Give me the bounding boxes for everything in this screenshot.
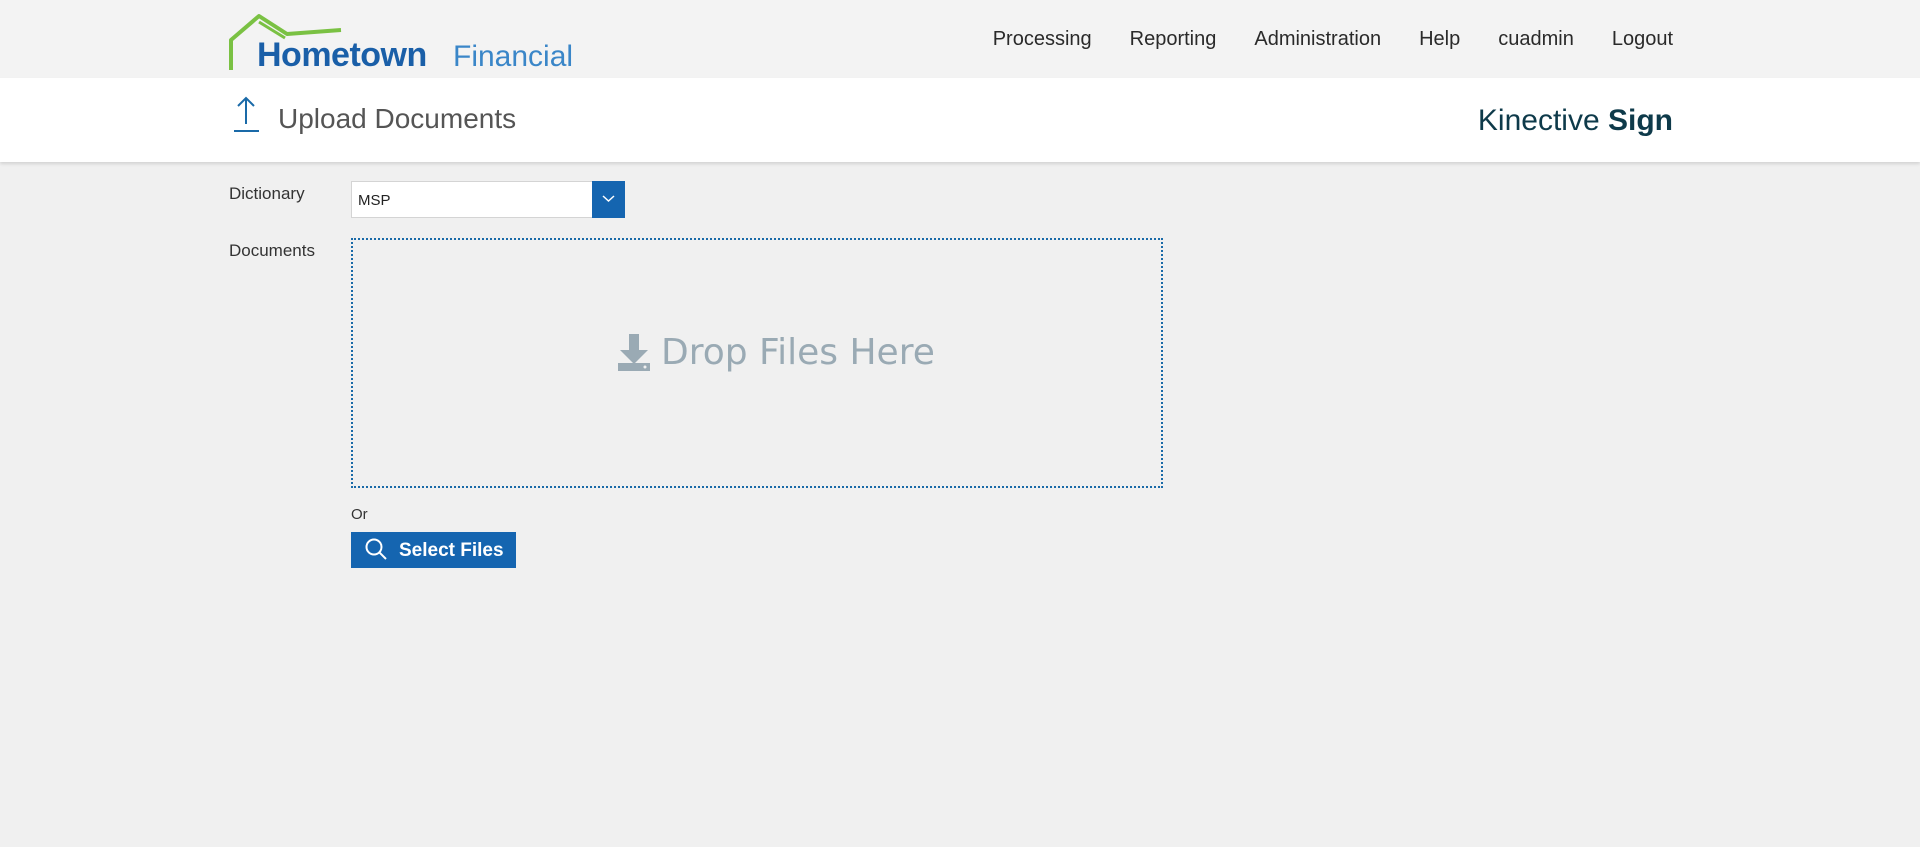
select-files-button[interactable]: Select Files <box>351 532 516 568</box>
main-nav: Processing Reporting Administration Help… <box>955 28 1673 51</box>
or-text: Or <box>351 506 368 523</box>
documents-label: Documents <box>229 241 315 260</box>
search-icon <box>365 538 387 560</box>
select-files-label: Select Files <box>399 540 504 561</box>
product-name-light: Kinective <box>1477 104 1600 137</box>
chevron-down-icon <box>602 195 615 203</box>
download-icon <box>618 333 650 371</box>
nav-administration[interactable]: Administration <box>1254 28 1381 51</box>
page-title-bar: Upload Documents Kinective Sign <box>0 78 1920 162</box>
drop-zone-content: Drop Files Here <box>617 332 935 373</box>
brand-name-sub: Financial <box>453 40 574 73</box>
product-name: Kinective Sign <box>1478 104 1673 138</box>
dictionary-selected-value: MSP <box>358 192 391 209</box>
drop-files-text: Drop Files Here <box>661 332 935 373</box>
dictionary-label: Dictionary <box>229 184 305 203</box>
brand-name-main: Hometown <box>257 36 427 74</box>
nav-user[interactable]: cuadmin <box>1498 28 1574 51</box>
dictionary-select[interactable]: MSP <box>351 181 625 218</box>
nav-reporting[interactable]: Reporting <box>1130 28 1217 51</box>
file-drop-zone[interactable]: Drop Files Here <box>351 238 1163 488</box>
dictionary-dropdown-button[interactable] <box>592 181 625 218</box>
nav-help[interactable]: Help <box>1419 28 1460 51</box>
nav-processing[interactable]: Processing <box>993 28 1092 51</box>
page-title: Upload Documents <box>278 103 517 134</box>
top-header: Hometown Financial Processing Reporting … <box>0 0 1920 78</box>
upload-arrow-icon <box>234 96 259 132</box>
nav-logout[interactable]: Logout <box>1612 28 1673 51</box>
brand-logo[interactable]: Hometown Financial <box>229 12 573 74</box>
product-name-bold: Sign <box>1608 104 1673 137</box>
